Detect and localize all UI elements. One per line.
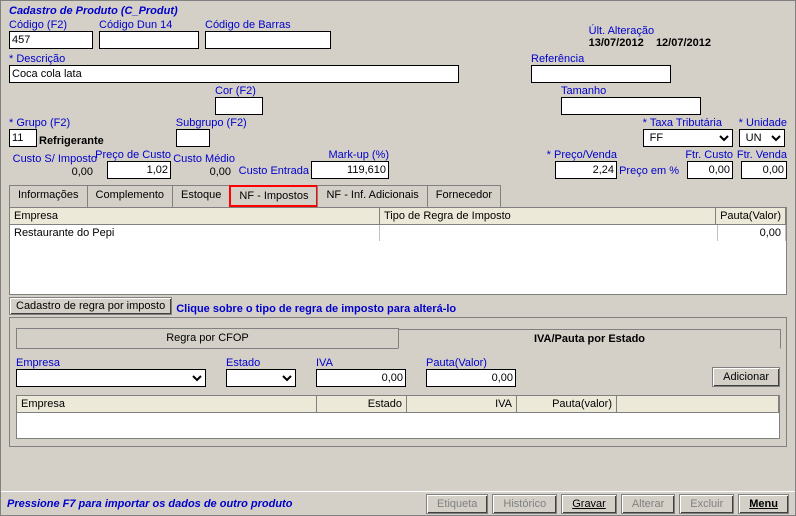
- grid2-col-pauta[interactable]: Pauta(valor): [517, 396, 617, 412]
- subtab-iva[interactable]: IVA/Pauta por Estado: [398, 329, 781, 349]
- barras-input[interactable]: [205, 31, 331, 49]
- iva-empresa-select[interactable]: [16, 369, 206, 387]
- unidade-select[interactable]: UN: [739, 129, 785, 147]
- simp-value: 0,00: [68, 165, 97, 179]
- subtab-cfop[interactable]: Regra por CFOP: [16, 328, 399, 348]
- ultalt-date1: 13/07/2012: [589, 37, 644, 49]
- markup-input[interactable]: [311, 161, 389, 179]
- grid1-col-empresa[interactable]: Empresa: [10, 208, 380, 224]
- centrada-label: Custo Entrada: [239, 165, 309, 177]
- menu-button[interactable]: Menu: [738, 494, 789, 514]
- descricao-input[interactable]: [9, 65, 459, 83]
- tab-nf-adicionais[interactable]: NF - Inf. Adicionais: [317, 185, 427, 207]
- tamanho-input[interactable]: [561, 97, 701, 115]
- markup-label: Mark-up (%): [328, 149, 389, 161]
- referencia-input[interactable]: [531, 65, 671, 83]
- dun14-label: Código Dun 14: [99, 19, 199, 31]
- excluir-button[interactable]: Excluir: [679, 494, 734, 514]
- ultalt-date2: 12/07/2012: [656, 37, 711, 49]
- subgrupo-label: Subgrupo (F2): [176, 117, 247, 129]
- tab-nf-impostos[interactable]: NF - Impostos: [229, 185, 318, 207]
- taxa-select[interactable]: FF: [643, 129, 733, 147]
- grupo-nome: Refrigerante: [39, 135, 104, 147]
- dun14-input[interactable]: [99, 31, 199, 49]
- gravar-button[interactable]: Gravar: [561, 494, 617, 514]
- pcusto-label: Preço de Custo: [95, 149, 171, 161]
- cor-label: Cor (F2): [215, 85, 263, 97]
- fcusto-input[interactable]: [687, 161, 733, 179]
- unidade-label: Unidade: [739, 117, 787, 129]
- fvenda-input[interactable]: [741, 161, 787, 179]
- grid2-col-estado[interactable]: Estado: [317, 396, 407, 412]
- grid1-col-pauta[interactable]: Pauta(Valor): [716, 208, 786, 224]
- pcusto-input[interactable]: [107, 161, 171, 179]
- grid1-col-tipo[interactable]: Tipo de Regra de Imposto: [380, 208, 716, 224]
- tab-estoque[interactable]: Estoque: [172, 185, 230, 207]
- grid1-row1-tipo: [380, 225, 718, 241]
- adicionar-button[interactable]: Adicionar: [712, 367, 780, 387]
- pvenda-input[interactable]: [555, 161, 617, 179]
- cmedio-label: Custo Médio: [173, 153, 235, 165]
- grid1-row1-pauta: 0,00: [718, 225, 786, 241]
- ppct-value: [671, 177, 679, 179]
- codigo-label: Código (F2): [9, 19, 93, 31]
- barras-label: Código de Barras: [205, 19, 331, 31]
- taxa-label: Taxa Tributária: [643, 117, 733, 129]
- cmedio-value: 0,00: [206, 165, 235, 179]
- tab-informacoes[interactable]: Informações: [9, 185, 88, 207]
- pvenda-label: Preço/Venda: [547, 149, 617, 161]
- grid1-row1-empresa: Restaurante do Pepi: [10, 225, 380, 241]
- iva-pauta-input[interactable]: [426, 369, 516, 387]
- alterar-button[interactable]: Alterar: [621, 494, 675, 514]
- grid1-row[interactable]: Restaurante do Pepi 0,00: [10, 225, 786, 241]
- simp-label: Custo S/ Imposto: [13, 153, 97, 165]
- cor-input[interactable]: [215, 97, 263, 115]
- window-title: Cadastro de Produto (C_Produt): [9, 5, 787, 17]
- ppct-label: Preço em %: [619, 165, 679, 177]
- tamanho-label: Tamanho: [561, 85, 701, 97]
- ultalt-label: Últ. Alteração: [589, 25, 654, 37]
- subgrupo-input[interactable]: [176, 129, 210, 147]
- iva-pauta-label: Pauta(Valor): [426, 357, 516, 369]
- iva-label: IVA: [316, 357, 406, 369]
- centrada-value: [301, 177, 309, 179]
- fvenda-label: Ftr. Venda: [737, 149, 787, 161]
- referencia-label: Referência: [531, 53, 671, 65]
- tab-complemento[interactable]: Complemento: [87, 185, 173, 207]
- historico-button[interactable]: Histórico: [492, 494, 557, 514]
- grupo-input[interactable]: [9, 129, 37, 147]
- fcusto-label: Ftr. Custo: [685, 149, 733, 161]
- iva-estado-select[interactable]: [226, 369, 296, 387]
- grupo-label: Grupo (F2): [9, 117, 104, 129]
- iva-empresa-label: Empresa: [16, 357, 206, 369]
- grid2-col-iva[interactable]: IVA: [407, 396, 517, 412]
- iva-input[interactable]: [316, 369, 406, 387]
- codigo-input[interactable]: [9, 31, 93, 49]
- tab-fornecedor[interactable]: Fornecedor: [427, 185, 501, 207]
- descricao-label: Descrição: [9, 53, 459, 65]
- regra-hint: Clique sobre o tipo de regra de imposto …: [176, 303, 456, 315]
- grid2-col-empresa[interactable]: Empresa: [17, 396, 317, 412]
- etiqueta-button[interactable]: Etiqueta: [426, 494, 488, 514]
- cadastro-regra-button[interactable]: Cadastro de regra por imposto: [9, 297, 172, 315]
- footer-hint: Pressione F7 para importar os dados de o…: [7, 498, 292, 510]
- iva-estado-label: Estado: [226, 357, 296, 369]
